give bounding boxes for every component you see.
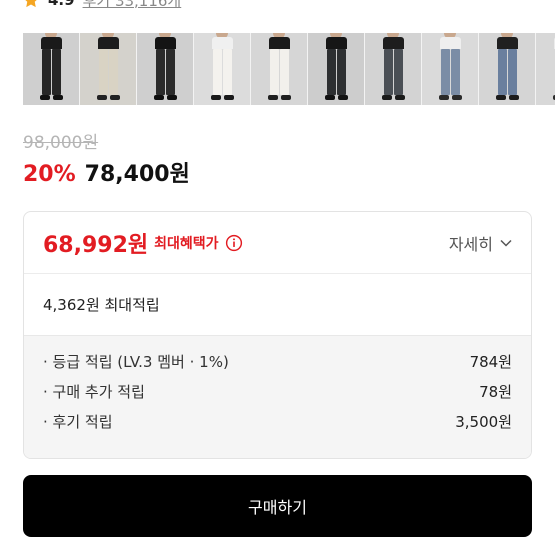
product-thumbnail[interactable] xyxy=(251,33,308,105)
model-top xyxy=(269,37,290,49)
model-shoe xyxy=(496,95,506,100)
points-detail-row: · 구매 추가 적립 78원 xyxy=(43,376,512,406)
details-toggle-label: 자세히 xyxy=(448,234,493,254)
model-top xyxy=(98,37,119,49)
model-pants-leg xyxy=(52,49,61,95)
model-shoe xyxy=(211,95,221,100)
rating-score: 4.9 xyxy=(48,0,75,9)
points-detail-amount: 3,500원 xyxy=(455,412,512,431)
points-detail-label: · 구매 추가 적립 xyxy=(43,382,145,401)
model-pants-leg xyxy=(451,49,460,95)
model-pants-leg xyxy=(156,49,165,95)
model-pants-leg xyxy=(270,49,279,95)
max-benefit-price: 68,992원 xyxy=(43,232,149,258)
model-shoe xyxy=(281,95,291,100)
product-thumbnail[interactable] xyxy=(536,33,555,105)
original-price: 98,000원 xyxy=(23,133,99,153)
info-icon[interactable] xyxy=(225,234,243,252)
model-pants-leg xyxy=(223,49,232,95)
points-detail-row: · 등급 적립 (LV.3 멤버 · 1%) 784원 xyxy=(43,346,512,376)
model-shoe xyxy=(395,95,405,100)
model-top xyxy=(212,37,233,49)
model-top xyxy=(41,37,62,49)
model-shoe xyxy=(382,95,392,100)
model-shoe xyxy=(325,95,335,100)
product-thumbnail[interactable] xyxy=(80,33,137,105)
product-image-strip[interactable] xyxy=(23,33,555,105)
product-thumbnail[interactable] xyxy=(422,33,479,105)
points-detail-amount: 78원 xyxy=(479,382,512,401)
model-pants-leg xyxy=(441,49,450,95)
points-details-list: · 등급 적립 (LV.3 멤버 · 1%) 784원 · 구매 추가 적립 78원 ·… xyxy=(24,335,531,458)
model-pants-leg xyxy=(99,49,108,95)
max-benefit-label: 최대혜택가 xyxy=(154,235,219,252)
model-pants-leg xyxy=(327,49,336,95)
benefit-card: 68,992원 최대혜택가 자세히 4,362원 최대적립 · 등급 적립 (L… xyxy=(23,211,532,459)
model-pants-leg xyxy=(166,49,175,95)
model-pants-leg xyxy=(280,49,289,95)
product-thumbnail[interactable] xyxy=(308,33,365,105)
review-count-link[interactable]: 후기 33,116개 xyxy=(83,0,182,11)
points-detail-amount: 784원 xyxy=(469,352,512,371)
model-shoe xyxy=(338,95,348,100)
benefit-header: 68,992원 최대혜택가 자세히 xyxy=(24,212,531,273)
sale-price: 78,400원 xyxy=(84,162,190,187)
model-shoe xyxy=(53,95,63,100)
model-shoe xyxy=(224,95,234,100)
points-detail-row: · 후기 적립 3,500원 xyxy=(43,406,512,436)
price-row: 20% 78,400원 xyxy=(23,156,190,188)
model-shoe xyxy=(110,95,120,100)
product-thumbnail[interactable] xyxy=(479,33,536,105)
model-pants-leg xyxy=(337,49,346,95)
model-pants-leg xyxy=(498,49,507,95)
chevron-down-icon xyxy=(500,239,512,247)
model-shoe xyxy=(452,95,462,100)
star-icon xyxy=(25,0,37,8)
model-top xyxy=(326,37,347,49)
model-pants-leg xyxy=(508,49,517,95)
rating-row: 4.9 후기 33,116개 xyxy=(22,0,181,10)
points-detail-label: · 후기 적립 xyxy=(43,412,113,431)
max-points-summary: 4,362원 최대적립 xyxy=(43,296,160,314)
model-pants-leg xyxy=(109,49,118,95)
model-pants-leg xyxy=(394,49,403,95)
product-thumbnail[interactable] xyxy=(137,33,194,105)
buy-button[interactable]: 구매하기 xyxy=(23,475,532,537)
product-thumbnail[interactable] xyxy=(194,33,251,105)
model-shoe xyxy=(439,95,449,100)
discount-rate: 20% xyxy=(23,162,76,187)
model-shoe xyxy=(268,95,278,100)
model-pants-leg xyxy=(213,49,222,95)
model-pants-leg xyxy=(384,49,393,95)
model-top xyxy=(440,37,461,49)
model-pants-leg xyxy=(42,49,51,95)
details-toggle-button[interactable]: 자세히 xyxy=(449,231,513,255)
model-shoe xyxy=(40,95,50,100)
model-top xyxy=(383,37,404,49)
model-shoe xyxy=(154,95,164,100)
model-shoe xyxy=(167,95,177,100)
model-shoe xyxy=(509,95,519,100)
product-thumbnail[interactable] xyxy=(23,33,80,105)
product-thumbnail[interactable] xyxy=(365,33,422,105)
model-top xyxy=(497,37,518,49)
model-top xyxy=(155,37,176,49)
model-shoe xyxy=(97,95,107,100)
points-detail-label: · 등급 적립 (LV.3 멤버 · 1%) xyxy=(43,352,229,371)
